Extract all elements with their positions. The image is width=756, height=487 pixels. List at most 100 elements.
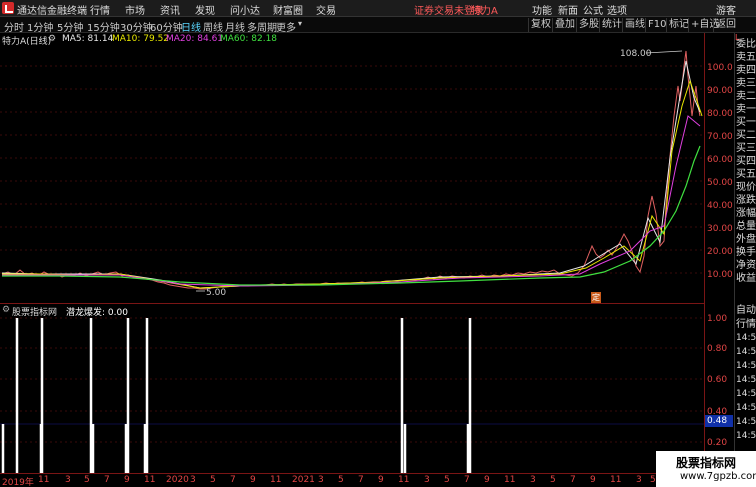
tick-time: 14:5 xyxy=(736,347,756,357)
signal-bars xyxy=(1,318,472,473)
tick-time: 14:5 xyxy=(736,333,756,343)
date-tick: 5 xyxy=(650,475,656,485)
menu-ask[interactable]: 问小达 xyxy=(230,2,260,17)
period-1min[interactable]: 1分钟 xyxy=(27,19,53,34)
date-tick: 5 xyxy=(444,475,450,485)
overlay-button[interactable]: 叠加 xyxy=(552,18,577,32)
ma60-line xyxy=(2,145,701,286)
menu-trade[interactable]: 交易 xyxy=(316,2,336,17)
app-logo-icon xyxy=(2,2,14,14)
watermark: 股票指标网 www.7gpzb.com xyxy=(656,451,756,487)
auto-label[interactable]: 自动 xyxy=(736,305,756,317)
side-label: 净资 xyxy=(736,260,756,271)
date-tick: 2019年 xyxy=(2,478,34,487)
period-monthly[interactable]: 月线 xyxy=(225,19,245,34)
adjust-button[interactable]: 复权 xyxy=(528,18,553,32)
date-tick: 7 xyxy=(358,475,364,485)
date-tick: 9 xyxy=(484,475,490,485)
indicator-settings-icon[interactable]: ⚙ xyxy=(2,305,10,315)
indicator-chart[interactable] xyxy=(0,316,704,473)
period-60min[interactable]: 60分钟 xyxy=(150,19,183,34)
side-label: 涨跌 xyxy=(736,195,756,206)
date-tick: 7 xyxy=(570,475,576,485)
axis-tick: 20.00 xyxy=(707,247,733,257)
high-price-label: 108.00 xyxy=(620,49,652,59)
gear-icon[interactable]: ⚙ xyxy=(48,34,56,44)
date-tick: 9 xyxy=(378,475,384,485)
date-tick: 9 xyxy=(590,475,596,485)
date-tick: 2021 xyxy=(292,475,315,485)
menu-discover[interactable]: 发现 xyxy=(195,2,215,17)
side-label: 委比 xyxy=(736,39,756,50)
ma20-line xyxy=(2,115,701,287)
date-tick: 9 xyxy=(250,475,256,485)
price-kline-chart[interactable]: 108.00 5.00 xyxy=(0,46,704,304)
menu-wealth[interactable]: 财富圈 xyxy=(273,2,303,17)
menu-market[interactable]: 市场 xyxy=(125,2,145,17)
menu-formula[interactable]: 公式 xyxy=(583,2,603,17)
axis-tick: 50.00 xyxy=(707,178,733,188)
side-label: 买二 xyxy=(736,130,756,141)
date-tick: 7 xyxy=(104,475,110,485)
period-intraday[interactable]: 分时 xyxy=(4,19,24,34)
period-weekly[interactable]: 周线 xyxy=(203,19,223,34)
axis-tick: 40.00 xyxy=(707,201,733,211)
menu-options[interactable]: 选项 xyxy=(607,2,627,17)
tick-time: 14:5 xyxy=(736,389,756,399)
draw-line-button[interactable]: 画线 xyxy=(622,18,647,32)
side-label: 涨幅 xyxy=(736,208,756,219)
date-tick: 5 xyxy=(84,475,90,485)
axis-tick: 60.00 xyxy=(707,155,733,165)
tick-time: 14:5 xyxy=(736,403,756,413)
indicator-grid xyxy=(0,317,704,443)
axis-tick: 10.00 xyxy=(707,270,733,280)
side-label: 总量 xyxy=(736,221,756,232)
menu-function[interactable]: 功能 xyxy=(532,2,552,17)
title-bar: 通达信金融终端 行情 市场 资讯 发现 问小达 财富圈 交易 证券交易未登录 特… xyxy=(0,0,756,17)
period-30min[interactable]: 30分钟 xyxy=(120,19,153,34)
tick-time: 14:5 xyxy=(736,417,756,427)
side-label: 买三 xyxy=(736,143,756,154)
side-label: 卖三 xyxy=(736,78,756,89)
tick-time: 14:5 xyxy=(736,361,756,371)
watermark-url: www.7gpzb.com xyxy=(680,471,756,482)
axis-tick: 30.00 xyxy=(707,224,733,234)
menu-new-page[interactable]: 新面 xyxy=(558,2,578,17)
side-label: 买一 xyxy=(736,117,756,128)
date-tick: 5 xyxy=(550,475,556,485)
indicator-axis-tick: 0.60 xyxy=(707,375,728,385)
ma60-value: MA60: 82.18 xyxy=(220,34,278,44)
low-price-label: 5.00 xyxy=(206,288,226,298)
multi-stock-button[interactable]: 多股 xyxy=(576,18,601,32)
period-multi[interactable]: 多周期 xyxy=(247,19,277,34)
date-tick: 11 xyxy=(610,475,622,485)
period-daily[interactable]: 日线 xyxy=(181,19,201,34)
market-label[interactable]: 行情 xyxy=(736,319,756,331)
indicator-axis-tick: 0.20 xyxy=(707,438,728,448)
quote-side-panel: L 委比 卖五 卖四 卖三 卖二 卖一 买一 买二 买三 买四 买五 现价 涨跌… xyxy=(734,33,756,487)
period-more[interactable]: 更多 xyxy=(276,19,296,34)
price-grid xyxy=(0,65,704,274)
fixed-marker[interactable]: 定 xyxy=(591,292,601,303)
more-chevron-icon[interactable]: ▾ xyxy=(298,19,302,28)
date-tick: 3 xyxy=(65,475,71,485)
date-tick: 2020 xyxy=(166,475,189,485)
axis-tick: 70.00 xyxy=(707,132,733,142)
side-label: 收益 xyxy=(736,273,756,284)
axis-tick: 80.00 xyxy=(707,109,733,119)
date-tick: 11 xyxy=(398,475,410,485)
menu-market-quotes[interactable]: 行情 xyxy=(90,2,110,17)
f10-button[interactable]: F10 xyxy=(645,18,668,32)
date-tick: 3 xyxy=(190,475,196,485)
date-tick: 5 xyxy=(338,475,344,485)
menu-news[interactable]: 资讯 xyxy=(160,2,180,17)
period-15min[interactable]: 15分钟 xyxy=(87,19,120,34)
back-button[interactable]: 返回 xyxy=(713,18,738,32)
guest-label[interactable]: 游客 xyxy=(716,2,736,17)
date-tick: 3 xyxy=(530,475,536,485)
stats-button[interactable]: 统计 xyxy=(599,18,624,32)
tick-time: 14:5 xyxy=(736,431,756,441)
period-5min[interactable]: 5分钟 xyxy=(57,19,83,34)
side-label: 买五 xyxy=(736,169,756,180)
indicator-axis-tick: 0.80 xyxy=(707,344,728,354)
